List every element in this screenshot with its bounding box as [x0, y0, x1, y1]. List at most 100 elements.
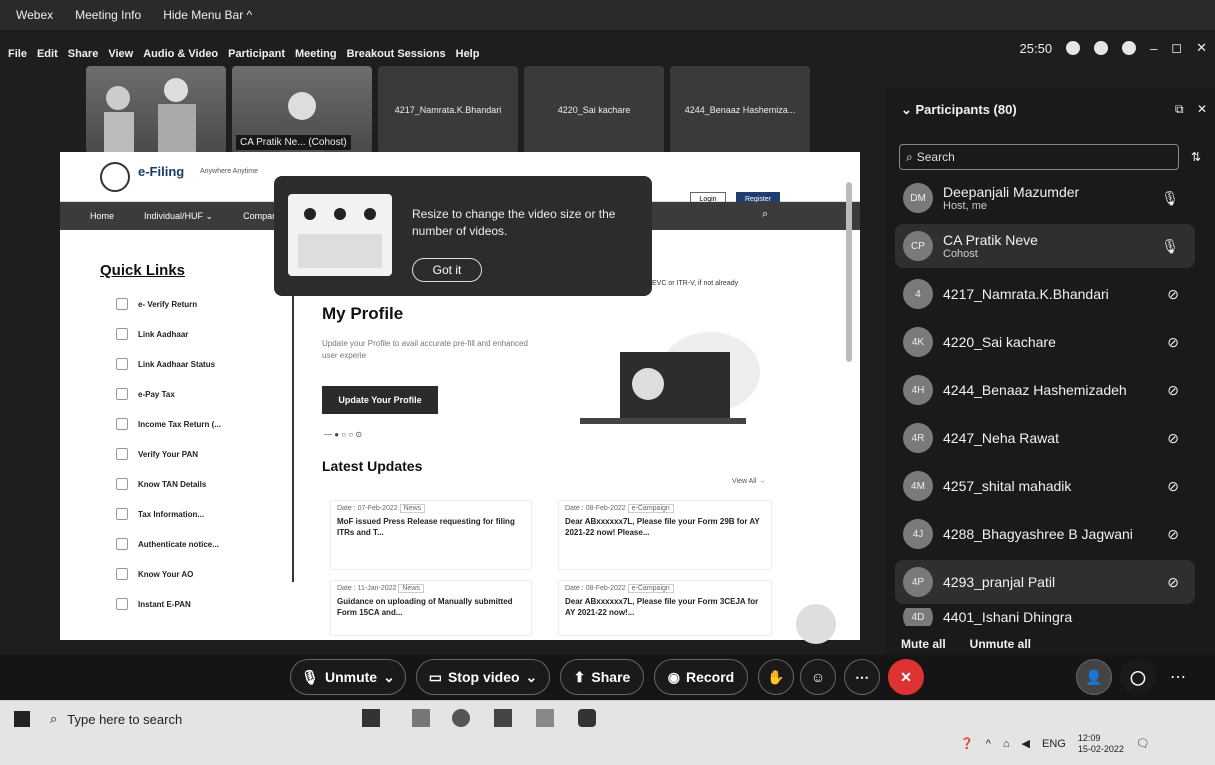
file-explorer-icon[interactable] — [412, 709, 430, 727]
mute-icon[interactable]: ⊘ — [1167, 286, 1179, 303]
participants-icon[interactable]: 👤 — [1076, 659, 1112, 695]
participant-row[interactable]: 4R 4247_Neha Rawat ⊘ — [895, 416, 1195, 460]
more-icon[interactable]: ⋯ — [1170, 667, 1186, 687]
share-button[interactable]: ⬆ Share — [560, 659, 644, 695]
update-card[interactable]: Date : 08-Feb-2022 e-Campaign Dear ABxxx… — [558, 580, 772, 636]
meeting-info-button[interactable]: Meeting Info — [75, 8, 141, 22]
help-icon[interactable]: ❓ — [960, 737, 974, 750]
reactions-icon[interactable]: ☺ — [800, 659, 836, 695]
mute-icon[interactable]: ⊘ — [1167, 574, 1179, 591]
search-icon[interactable]: ⌕ — [762, 208, 768, 221]
view-all-link[interactable]: View All → — [732, 478, 765, 485]
stop-video-button[interactable]: ▭ Stop video ⌄ — [416, 659, 550, 695]
chatbot-avatar-icon[interactable] — [796, 604, 836, 644]
notifications-icon[interactable]: 🗨 — [1136, 737, 1150, 750]
language-indicator[interactable]: ENG — [1042, 738, 1066, 750]
leave-meeting-icon[interactable]: ✕ — [888, 659, 924, 695]
participant-row[interactable]: 4P 4293_pranjal Patil ⊘ — [895, 560, 1195, 604]
app-icon[interactable] — [536, 709, 554, 727]
status-icon[interactable] — [1094, 41, 1109, 55]
microphone-icon[interactable]: 🎙 — [1161, 190, 1179, 207]
nav-home[interactable]: Home — [90, 211, 114, 221]
unmute-all-button[interactable]: Unmute all — [970, 637, 1031, 651]
menu-meeting[interactable]: Meeting — [295, 48, 337, 60]
video-tile[interactable]: 4217_Namrata.K.Bhandari — [378, 66, 518, 154]
word-icon[interactable] — [494, 709, 512, 727]
taskbar-search[interactable]: ⌕ Type here to search — [50, 707, 340, 731]
menu-audio-video[interactable]: Audio & Video — [143, 48, 218, 60]
hide-menu-bar-button[interactable]: Hide Menu Bar ^ — [163, 8, 252, 22]
participant-row[interactable]: DM Deepanjali Mazumder Host, me 🎙 — [895, 176, 1195, 220]
search-input[interactable]: ⌕ Search — [899, 144, 1179, 170]
unmute-button[interactable]: 🎙 Unmute ⌄ — [290, 659, 406, 695]
sort-icon[interactable]: ⇅ — [1191, 150, 1201, 164]
carousel-dots[interactable]: — ● ○ ○ ⊙ — [324, 430, 362, 439]
chevron-down-icon[interactable]: ⌄ — [383, 669, 395, 686]
start-icon[interactable] — [14, 711, 30, 727]
quick-link[interactable]: Income Tax Return (... — [100, 409, 300, 439]
network-icon[interactable]: ⌂ — [1003, 738, 1010, 750]
edge-icon[interactable] — [452, 709, 470, 727]
raise-hand-icon[interactable]: ✋ — [758, 659, 794, 695]
status-icon[interactable] — [1122, 41, 1137, 55]
taskbar-app-icon[interactable] — [362, 709, 380, 727]
participant-row[interactable]: 4M 4257_shital mahadik ⊘ — [895, 464, 1195, 508]
mute-all-button[interactable]: Mute all — [901, 637, 946, 651]
participant-row[interactable]: 4 4217_Namrata.K.Bhandari ⊘ — [895, 272, 1195, 316]
mute-icon[interactable]: ⊘ — [1167, 526, 1179, 543]
participant-row[interactable]: 4H 4244_Benaaz Hashemizadeh ⊘ — [895, 368, 1195, 412]
quick-link[interactable]: Tax Information... — [100, 499, 300, 529]
popout-icon[interactable]: ⧉ — [1175, 102, 1184, 117]
quick-link[interactable]: e-Pay Tax — [100, 379, 300, 409]
nav-individual[interactable]: Individual/HUF ⌄ — [144, 211, 213, 222]
participant-row[interactable]: 4K 4220_Sai kachare ⊘ — [895, 320, 1195, 364]
update-card[interactable]: Date : 08-Feb-2022 e-Campaign Dear ABxxx… — [558, 500, 772, 570]
record-button[interactable]: ◉ Record — [654, 659, 748, 695]
menu-edit[interactable]: Edit — [37, 48, 58, 60]
update-card[interactable]: Date : 11-Jan-2022 News Guidance on uplo… — [330, 580, 532, 636]
quick-link[interactable]: Know TAN Details — [100, 469, 300, 499]
update-profile-button[interactable]: Update Your Profile — [322, 386, 438, 414]
menu-file[interactable]: File — [8, 48, 27, 60]
mute-icon[interactable]: ⊘ — [1167, 430, 1179, 447]
mute-icon[interactable]: ⊘ — [1167, 334, 1179, 351]
mute-icon[interactable]: ⊘ — [1167, 478, 1179, 495]
update-card[interactable]: Date : 07-Feb-2022 News MoF issued Press… — [330, 500, 532, 570]
chevron-down-icon[interactable]: ⌄ — [526, 669, 538, 686]
quick-link[interactable]: Verify Your PAN — [100, 439, 300, 469]
chat-icon[interactable]: ◯ — [1120, 659, 1156, 695]
more-options-icon[interactable]: ⋯ — [844, 659, 880, 695]
webex-icon[interactable] — [578, 709, 596, 727]
menu-participant[interactable]: Participant — [228, 48, 285, 60]
participants-title[interactable]: ⌄ Participants (80) — [901, 102, 1017, 118]
maximize-icon[interactable]: ◻ — [1171, 40, 1182, 56]
minimize-icon[interactable]: – — [1150, 41, 1157, 56]
close-icon[interactable]: ✕ — [1196, 40, 1207, 56]
participant-row[interactable]: CP CA Pratik Neve Cohost 🎙 — [895, 224, 1195, 268]
close-panel-icon[interactable]: ✕ — [1197, 102, 1207, 116]
video-tile[interactable]: 4244_Benaaz Hashemiza... — [670, 66, 810, 154]
quick-link[interactable]: Know Your AO — [100, 559, 300, 589]
scrollbar[interactable] — [846, 182, 852, 362]
menu-help[interactable]: Help — [456, 48, 480, 60]
mute-icon[interactable]: ⊘ — [1167, 382, 1179, 399]
chevron-up-icon[interactable]: ^ — [986, 738, 991, 750]
menu-view[interactable]: View — [108, 48, 133, 60]
got-it-button[interactable]: Got it — [412, 258, 482, 282]
volume-icon[interactable]: ◀ — [1022, 737, 1030, 750]
quick-link[interactable]: Link Aadhaar Status — [100, 349, 300, 379]
quick-link[interactable]: e- Verify Return — [100, 289, 300, 319]
quick-link[interactable]: Link Aadhaar — [100, 319, 300, 349]
quick-link[interactable]: Authenticate notice... — [100, 529, 300, 559]
menu-breakout-sessions[interactable]: Breakout Sessions — [347, 48, 446, 60]
video-tile[interactable]: 4220_Sai kachare — [524, 66, 664, 154]
participant-row[interactable]: 4D 4401_Ishani Dhingra — [895, 608, 1195, 626]
participant-row[interactable]: 4J 4288_Bhagyashree B Jagwani ⊘ — [895, 512, 1195, 556]
video-tile[interactable] — [86, 66, 226, 154]
status-icon[interactable] — [1066, 41, 1081, 55]
menu-share[interactable]: Share — [68, 48, 99, 60]
clock[interactable]: 12:09 15-02-2022 — [1078, 733, 1124, 755]
quick-link[interactable]: Instant E-PAN — [100, 589, 300, 619]
microphone-icon[interactable]: 🎙 — [1161, 238, 1179, 255]
video-tile[interactable]: CA Pratik Ne... (Cohost) — [232, 66, 372, 154]
